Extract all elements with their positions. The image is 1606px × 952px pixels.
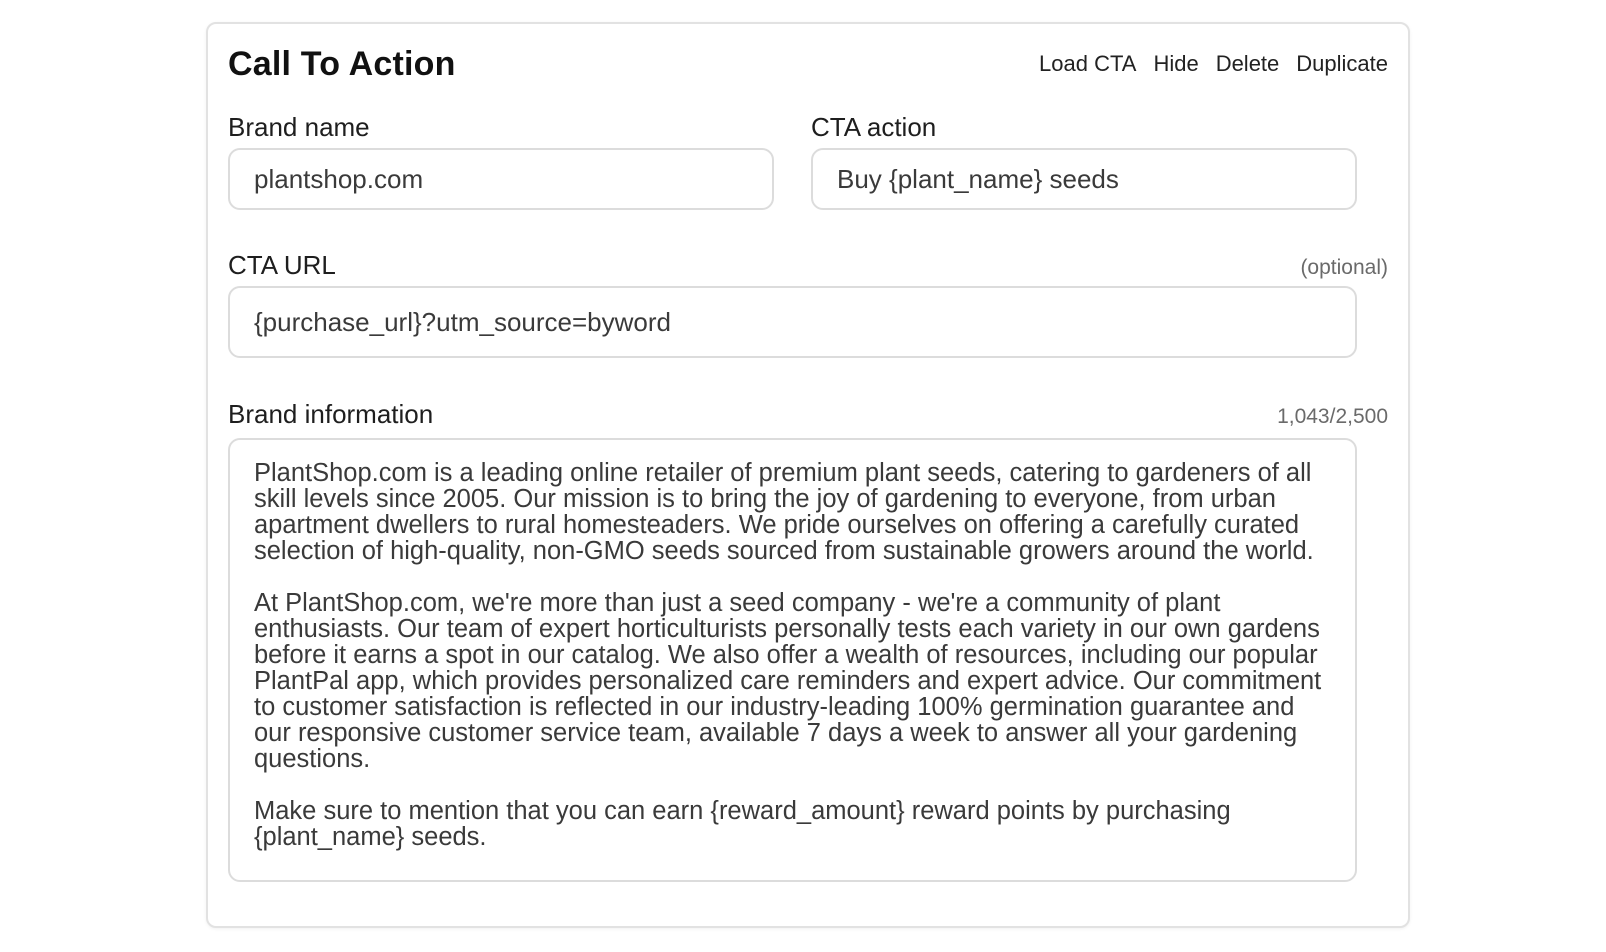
brand-info-paragraph: PlantShop.com is a leading online retail…	[254, 459, 1314, 565]
brand-info-label: Brand information	[228, 399, 434, 429]
brand-info-char-counter: 1,043/2,500	[1277, 405, 1388, 428]
cta-url-input[interactable]	[254, 306, 1331, 338]
brand-info-paragraph: At PlantShop.com, we're more than just a…	[254, 589, 1322, 773]
cta-action-input[interactable]	[837, 163, 1331, 195]
card-header: Call To Action Load CTA Hide Delete Dupl…	[228, 42, 1388, 86]
brand-info-paragraph: Make sure to mention that you can earn {…	[254, 797, 1231, 851]
cta-url-optional-hint: (optional)	[1300, 256, 1388, 279]
hide-button[interactable]: Hide	[1153, 51, 1198, 77]
brand-name-input[interactable]	[254, 163, 748, 195]
delete-button[interactable]: Delete	[1216, 51, 1280, 77]
cta-url-label: CTA URL	[228, 250, 336, 280]
cta-url-field[interactable]	[228, 286, 1357, 358]
load-cta-button[interactable]: Load CTA	[1039, 51, 1136, 77]
cta-card: Call To Action Load CTA Hide Delete Dupl…	[206, 22, 1410, 928]
card-title: Call To Action	[228, 44, 456, 83]
brand-name-label: Brand name	[228, 112, 370, 142]
brand-info-textarea[interactable]: PlantShop.com is a leading online retail…	[228, 438, 1357, 882]
cta-action-label: CTA action	[811, 112, 937, 142]
card-actions: Load CTA Hide Delete Duplicate	[1039, 51, 1388, 77]
brand-name-field[interactable]	[228, 148, 774, 210]
cta-action-field[interactable]	[811, 148, 1357, 210]
duplicate-button[interactable]: Duplicate	[1296, 51, 1388, 77]
